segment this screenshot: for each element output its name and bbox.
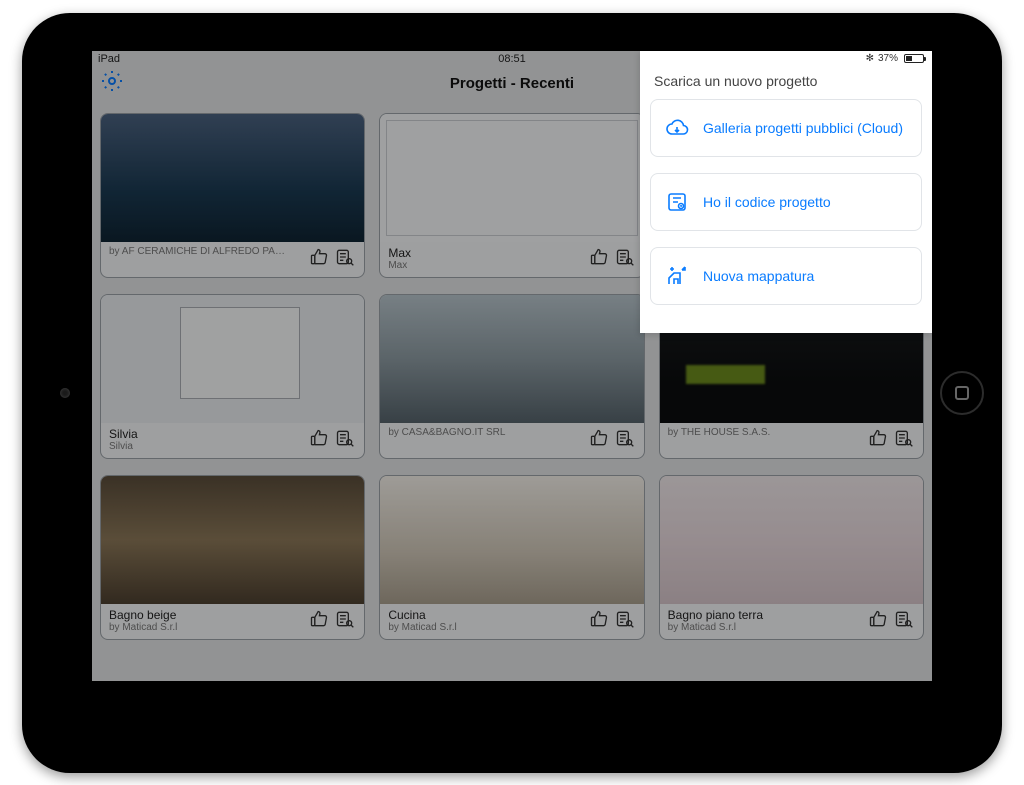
menu-item-gallery-cloud[interactable]: Galleria progetti pubblici (Cloud) <box>650 99 922 157</box>
new-mapping-icon <box>665 264 689 288</box>
like-icon[interactable] <box>308 246 330 268</box>
like-icon[interactable] <box>308 427 330 449</box>
project-author: by Maticad S.r.l <box>668 622 861 633</box>
carrier-label: iPad <box>98 53 120 65</box>
project-caption: Bagno beigeby Maticad S.r.l <box>101 604 364 639</box>
menu-item-project-code[interactable]: Ho il codice progetto <box>650 173 922 231</box>
like-icon[interactable] <box>588 246 610 268</box>
project-code-icon <box>665 190 689 214</box>
project-card[interactable]: Bagno piano terraby Maticad S.r.l <box>659 475 924 640</box>
details-icon[interactable] <box>334 246 356 268</box>
project-thumbnail <box>380 295 643 423</box>
project-title: Bagno beige <box>109 608 302 622</box>
project-title: Bagno piano terra <box>668 608 861 622</box>
page-title: Progetti - Recenti <box>450 75 574 92</box>
battery-icon <box>904 54 924 63</box>
project-author: Max <box>388 260 581 271</box>
project-title: Silvia <box>109 427 302 441</box>
gear-icon[interactable] <box>100 69 124 98</box>
bluetooth-icon: ✻ <box>866 53 874 64</box>
project-caption: by THE HOUSE S.A.S. <box>660 423 923 455</box>
project-card[interactable]: SilviaSilvia <box>100 294 365 459</box>
project-thumbnail <box>101 114 364 242</box>
project-card[interactable]: Bagno beigeby Maticad S.r.l <box>100 475 365 640</box>
details-icon[interactable] <box>614 608 636 630</box>
project-card[interactable]: by CASA&BAGNO.IT SRL <box>379 294 644 459</box>
clock-label: 08:51 <box>498 53 526 65</box>
menu-item-label: Ho il codice progetto <box>703 194 831 210</box>
like-icon[interactable] <box>867 608 889 630</box>
details-icon[interactable] <box>334 427 356 449</box>
like-icon[interactable] <box>588 427 610 449</box>
project-author: by AF CERAMICHE DI ALFREDO PA… <box>109 246 302 257</box>
project-caption: Bagno piano terraby Maticad S.r.l <box>660 604 923 639</box>
battery-percent: 37% <box>878 53 898 64</box>
app-screen: iPad 08:51 ✻ 37% Progetti - Recenti by A… <box>92 51 932 681</box>
cloud-download-icon <box>665 116 689 140</box>
project-caption: SilviaSilvia <box>101 423 364 458</box>
project-title: Cucina <box>388 608 581 622</box>
like-icon[interactable] <box>308 608 330 630</box>
details-icon[interactable] <box>893 608 915 630</box>
home-button[interactable] <box>940 371 984 415</box>
camera-dot <box>60 388 70 398</box>
project-thumbnail <box>101 476 364 604</box>
project-card[interactable]: MaxMax <box>379 113 644 278</box>
project-author: by CASA&BAGNO.IT SRL <box>388 427 581 438</box>
project-caption: Cucinaby Maticad S.r.l <box>380 604 643 639</box>
project-author: Silvia <box>109 441 302 452</box>
details-icon[interactable] <box>614 427 636 449</box>
project-caption: MaxMax <box>380 242 643 277</box>
details-icon[interactable] <box>334 608 356 630</box>
menu-item-new-mapping[interactable]: Nuova mappatura <box>650 247 922 305</box>
ipad-frame: iPad 08:51 ✻ 37% Progetti - Recenti by A… <box>22 13 1002 773</box>
project-thumbnail <box>660 476 923 604</box>
project-thumbnail <box>380 476 643 604</box>
like-icon[interactable] <box>867 427 889 449</box>
project-caption: by AF CERAMICHE DI ALFREDO PA… <box>101 242 364 274</box>
menu-item-label: Galleria progetti pubblici (Cloud) <box>703 120 903 136</box>
project-card[interactable]: Cucinaby Maticad S.r.l <box>379 475 644 640</box>
project-card[interactable]: by AF CERAMICHE DI ALFREDO PA… <box>100 113 365 278</box>
project-author: by Maticad S.r.l <box>388 622 581 633</box>
download-popover: ✻ 37% Scarica un nuovo progetto Galleria… <box>640 51 932 333</box>
details-icon[interactable] <box>893 427 915 449</box>
popover-title: Scarica un nuovo progetto <box>640 67 932 99</box>
popover-status: ✻ 37% <box>640 51 932 67</box>
like-icon[interactable] <box>588 608 610 630</box>
project-caption: by CASA&BAGNO.IT SRL <box>380 423 643 455</box>
project-author: by THE HOUSE S.A.S. <box>668 427 861 438</box>
menu-item-label: Nuova mappatura <box>703 268 814 284</box>
project-title: Max <box>388 246 581 260</box>
details-icon[interactable] <box>614 246 636 268</box>
project-thumbnail <box>380 114 643 242</box>
project-author: by Maticad S.r.l <box>109 622 302 633</box>
project-thumbnail <box>101 295 364 423</box>
